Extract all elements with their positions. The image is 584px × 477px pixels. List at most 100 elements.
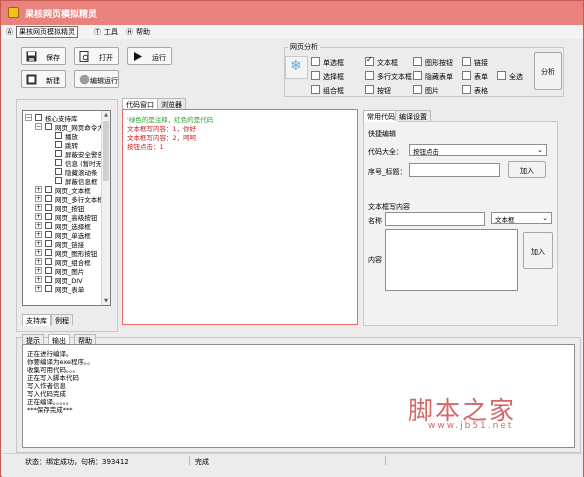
edit-run-button[interactable]: 编辑运行 xyxy=(74,70,119,88)
code-catalog-select[interactable]: 按钮点击 ⌄ xyxy=(409,144,547,156)
expand-icon[interactable]: + xyxy=(35,231,42,238)
edit-run-label: 编辑运行 xyxy=(90,77,118,85)
content-label: 内容 xyxy=(368,256,382,264)
content-input[interactable] xyxy=(385,229,518,291)
title-bar: 果核网页模拟精灵 xyxy=(1,1,583,25)
analyze-button[interactable]: 分析 xyxy=(534,52,562,90)
collapse-icon[interactable]: − xyxy=(25,114,32,121)
collapse-icon[interactable]: − xyxy=(35,123,42,130)
node-icon xyxy=(55,177,62,184)
checkbox-hidden-form[interactable] xyxy=(413,71,422,80)
quick-add-button[interactable]: 加入 xyxy=(508,161,546,178)
checkbox-table[interactable] xyxy=(462,85,471,94)
node-icon xyxy=(45,276,52,283)
tree-scrollbar[interactable]: ▲ ▼ xyxy=(101,111,110,305)
code-catalog-value: 按钮点击 xyxy=(413,148,439,156)
status-divider xyxy=(385,456,386,465)
checkbox-image[interactable] xyxy=(413,85,422,94)
analysis-title: 网页分析 xyxy=(288,42,320,52)
node-icon xyxy=(45,213,52,220)
scroll-down-icon[interactable]: ▼ xyxy=(103,298,109,304)
run-button[interactable]: 运行 xyxy=(127,47,172,65)
save-button[interactable]: 保存 xyxy=(21,47,66,65)
new-file-icon xyxy=(26,74,37,85)
tab-examples[interactable]: 例程 xyxy=(51,314,73,325)
expand-icon[interactable]: + xyxy=(35,276,42,283)
expand-icon[interactable]: + xyxy=(35,213,42,220)
expand-icon[interactable]: + xyxy=(35,258,42,265)
checkbox-link-label: 链接 xyxy=(474,59,488,67)
expand-icon[interactable]: + xyxy=(35,186,42,193)
expand-icon[interactable]: + xyxy=(35,195,42,202)
checkbox-form[interactable] xyxy=(462,71,471,80)
menu-app[interactable]: 果核网页模拟精灵 xyxy=(16,26,78,38)
node-icon xyxy=(55,159,62,166)
open-label: 打开 xyxy=(99,54,113,62)
snowflake-icon: ❄ xyxy=(290,58,302,74)
type-select[interactable]: 文本框 ⌄ xyxy=(491,212,552,224)
node-icon xyxy=(45,267,52,274)
node-icon xyxy=(55,150,62,157)
checkbox-combo-label: 组合框 xyxy=(323,87,344,95)
checkbox-radio-label: 单选框 xyxy=(323,59,344,67)
run-label: 运行 xyxy=(152,54,166,62)
checkbox-textbox[interactable]: ✓ xyxy=(365,55,374,66)
textbox-write-title: 文本框写内容 xyxy=(368,203,410,211)
library-tree[interactable]: − 核心支持库 − 网页_网页命令大全 播放 跳转 屏蔽安全警告 信息 (暂时无用 隐藏滚动条屏… xyxy=(22,110,111,306)
checkbox-radio[interactable] xyxy=(311,57,320,66)
expand-icon[interactable]: + xyxy=(35,267,42,274)
expand-icon[interactable]: + xyxy=(35,285,42,292)
tab-browser[interactable]: 浏览器 xyxy=(157,98,186,109)
chevron-down-icon: ⌄ xyxy=(537,146,543,154)
checkbox-select-all[interactable] xyxy=(497,71,506,80)
checkbox-button[interactable] xyxy=(365,85,374,94)
status-middle: 完成 xyxy=(195,458,209,466)
expand-icon[interactable]: + xyxy=(35,204,42,211)
expand-icon[interactable]: + xyxy=(35,222,42,229)
checkbox-link[interactable] xyxy=(462,57,471,66)
save-icon xyxy=(26,51,37,62)
tab-library[interactable]: 支持库 xyxy=(22,314,51,326)
name-input[interactable] xyxy=(385,212,485,226)
snowflake-button[interactable]: ❄ xyxy=(285,56,308,79)
checkbox-select-all-label: 全选 xyxy=(509,73,523,81)
menu-tools[interactable]: 工具 xyxy=(104,27,118,37)
node-icon xyxy=(45,195,52,202)
scroll-up-icon[interactable]: ▲ xyxy=(103,112,109,118)
index-title-input[interactable] xyxy=(409,163,500,177)
node-icon xyxy=(55,168,62,175)
node-icon xyxy=(55,141,62,148)
tree-scroll-thumb[interactable] xyxy=(103,121,109,181)
checkbox-image-button-label: 图形按钮 xyxy=(425,59,453,67)
tab-common-code[interactable]: 常用代码 xyxy=(363,110,399,122)
app-icon xyxy=(8,7,19,18)
new-button[interactable]: 新建 xyxy=(21,70,66,88)
node-icon xyxy=(45,240,52,247)
new-label: 新建 xyxy=(46,77,60,85)
checkbox-table-label: 表格 xyxy=(474,87,488,95)
checkbox-image-button[interactable] xyxy=(413,57,422,66)
checkbox-form-label: 表单 xyxy=(474,73,488,81)
node-icon xyxy=(45,222,52,229)
expand-icon[interactable]: + xyxy=(35,240,42,247)
checkbox-combo[interactable] xyxy=(311,85,320,94)
expand-icon[interactable]: + xyxy=(35,249,42,256)
log-line: ***保存完成*** xyxy=(27,406,73,414)
menu-tools-icon: Ⓣ xyxy=(94,28,101,36)
checkbox-multiline[interactable] xyxy=(365,71,374,80)
checkbox-multiline-label: 多行文本框 xyxy=(377,73,412,81)
tab-compile-settings[interactable]: 编译设置 xyxy=(395,110,431,121)
menu-file-icon: Ⓐ xyxy=(6,28,13,36)
app-window: 果核网页模拟精灵 Ⓐ 果核网页模拟精灵 Ⓣ 工具 Ⓗ 帮助 保存 打开 运行 新… xyxy=(0,0,584,477)
node-icon xyxy=(55,132,62,139)
content-add-button[interactable]: 加入 xyxy=(523,232,553,269)
open-button[interactable]: 打开 xyxy=(74,47,119,65)
menu-help[interactable]: 帮助 xyxy=(136,27,150,37)
menu-bar: Ⓐ 果核网页模拟精灵 Ⓣ 工具 Ⓗ 帮助 xyxy=(2,25,583,39)
status-divider xyxy=(189,456,190,465)
open-icon xyxy=(79,51,89,62)
checkbox-select-label: 选择框 xyxy=(323,73,344,81)
code-editor[interactable]: '绿色的是注释，红色的是代码 文本框写内容：1，你好 文本框写内容：2，呵呵 按… xyxy=(122,109,358,325)
checkbox-select[interactable] xyxy=(311,71,320,80)
code-line: 按钮点击：1 xyxy=(127,143,164,151)
